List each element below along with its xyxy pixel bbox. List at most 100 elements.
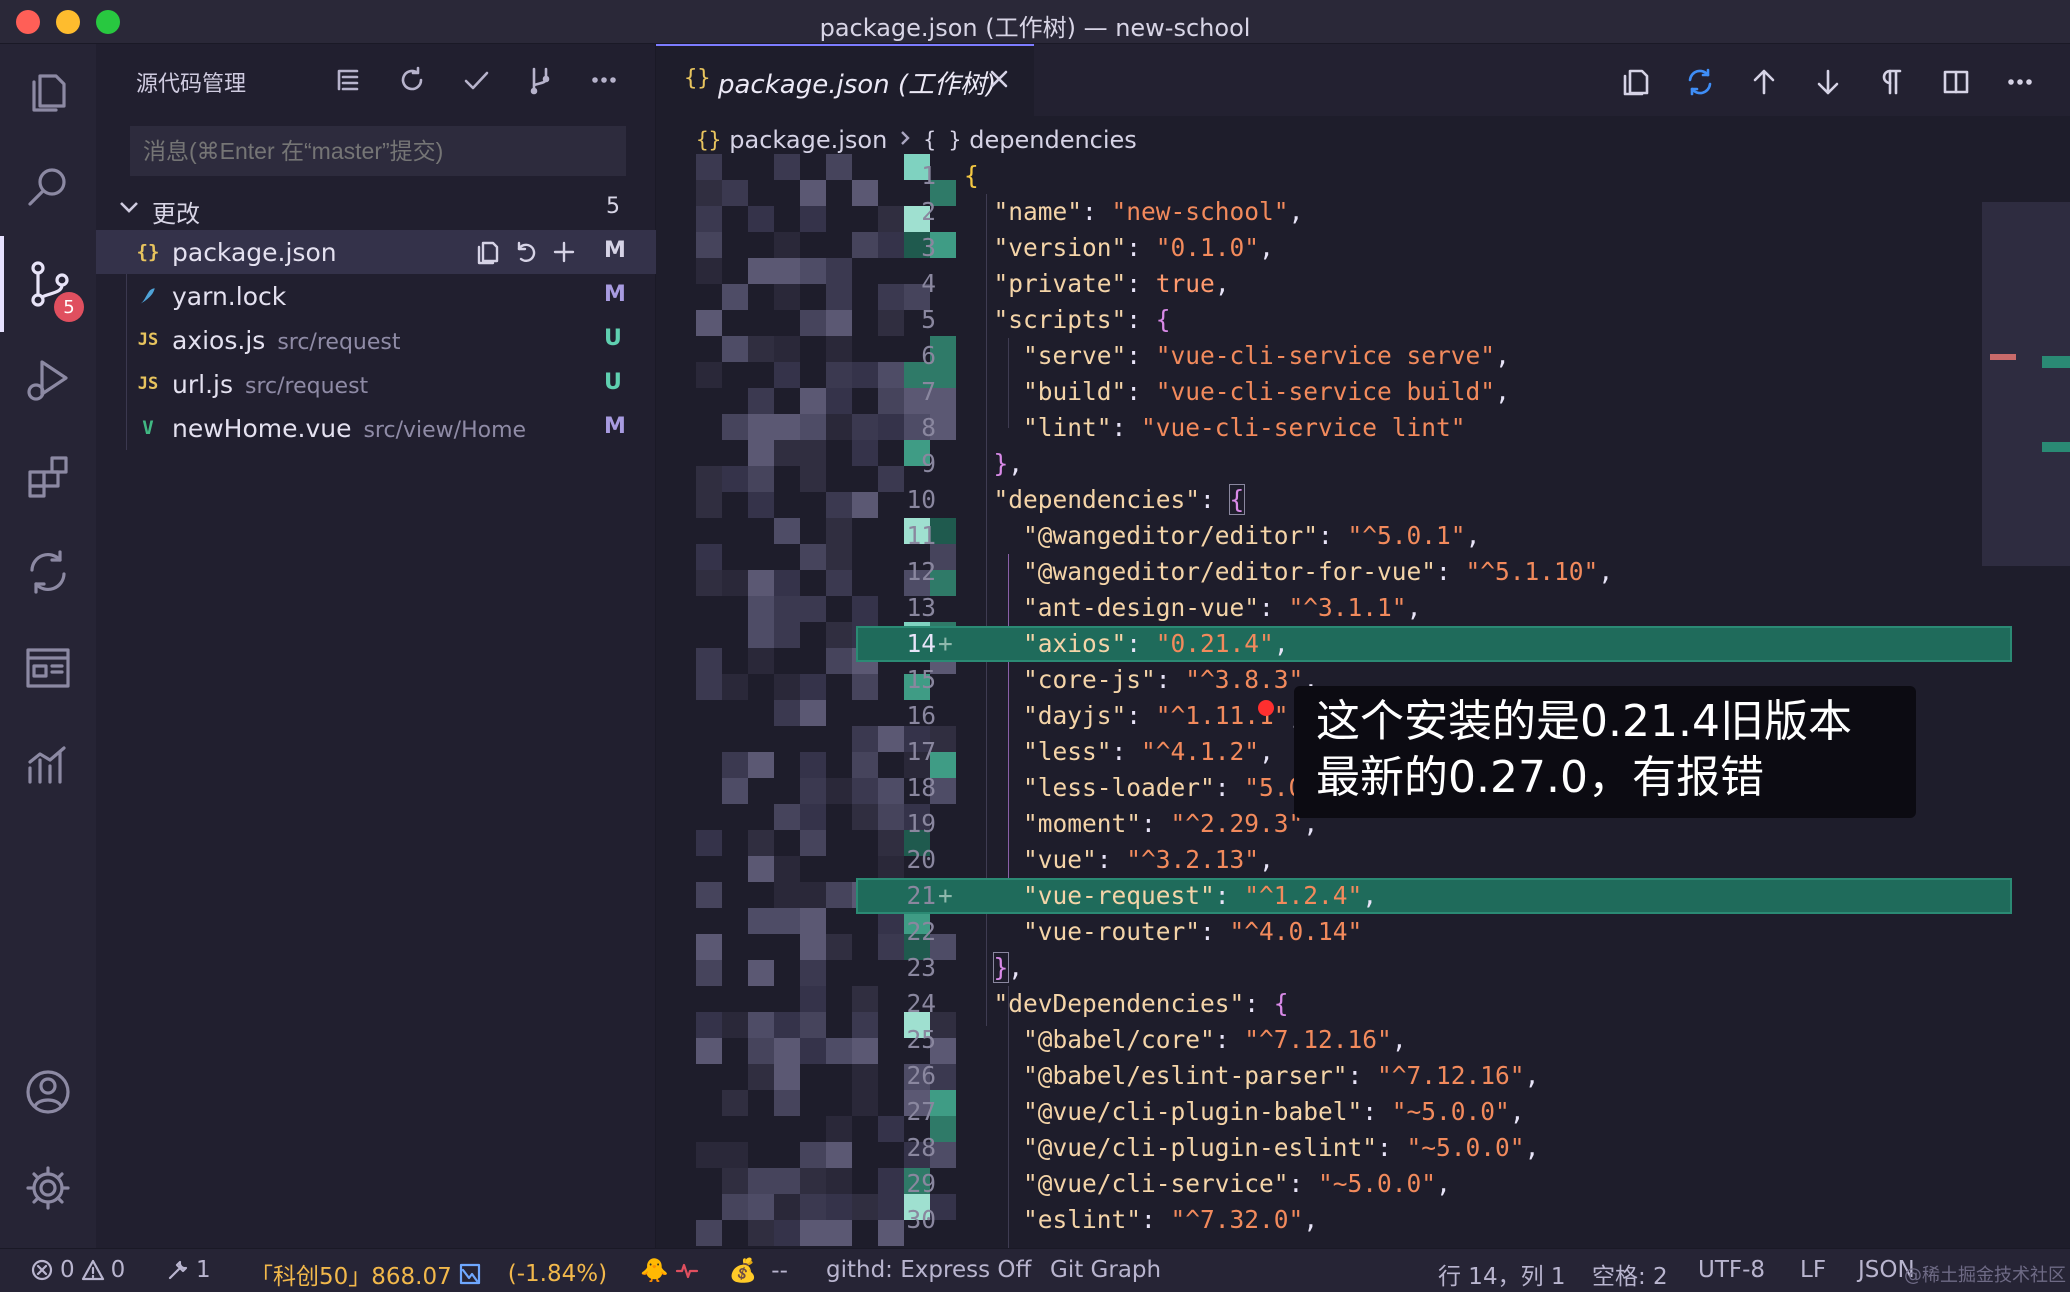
file-status-badge: M [604,414,626,439]
stock-chart-icon [459,1263,480,1285]
code-line: 28 "@vue/cli-plugin-eslint": "~5.0.0", [906,1133,1540,1162]
extensions-icon[interactable] [0,428,96,524]
changed-file-yarn-lock[interactable]: yarn.lock M [96,274,656,318]
stage-changes-plus-icon[interactable] [548,236,580,268]
tab-package-json[interactable]: {} package.json (工作树) [656,44,1034,116]
editor-area: {} package.json (工作树) {} package.json {… [656,44,2070,1256]
changes-count-badge: 5 [606,194,620,219]
indentation-spaces[interactable]: 空格: 2 [1592,1257,1668,1291]
code-line: 22 "vue-router": "^4.0.14" [906,917,1363,946]
minimap-slider[interactable] [1982,202,2070,566]
diff-toggle-icon[interactable] [1678,60,1722,104]
warning-icon [81,1259,104,1281]
search-icon[interactable] [0,140,96,236]
file-name: newHome.vue [172,414,352,443]
code-line: 9 }, [921,449,1024,478]
mouse-pointer-dot [1258,700,1274,716]
changed-file-package-json[interactable]: {} package.json M [96,230,656,274]
minimap[interactable] [1982,158,2070,1248]
code-line: 27 "@vue/cli-plugin-babel": "~5.0.0", [906,1097,1525,1126]
git-branch-graph-icon[interactable] [520,60,560,100]
file-encoding[interactable]: UTF-8 [1698,1257,1765,1283]
file-name: package.json [172,238,337,267]
file-status-badge: M [604,282,626,307]
json-file-icon: {} [136,241,160,263]
run-debug-icon[interactable] [0,332,96,428]
close-icon[interactable] [986,66,1016,96]
pulse-icon [675,1263,698,1278]
code-line: 8 "lint": "vue-cli-service lint" [921,413,1466,442]
code-line: 20 "vue": "^3.2.13", [906,845,1274,874]
diff-icon[interactable] [0,524,96,620]
js-file-icon: JS [137,330,159,350]
browser-preview-icon[interactable] [0,620,96,716]
tab-title: package.json (工作树) [718,70,997,100]
code-line: 23 }, [906,952,1024,983]
money-bag-icon: 💰 [728,1258,758,1284]
code-line: 6 "serve": "vue-cli-service serve", [921,341,1510,370]
file-name: url.js [172,370,233,399]
wrench-icon [168,1260,188,1280]
sidebar-header: 源代码管理 [96,44,656,116]
githd-status[interactable]: githd: Express Off [826,1257,1031,1283]
extension-status-icons[interactable]: 🐥 💰 -- [640,1257,788,1285]
code-line: 24 "devDependencies": { [906,989,1289,1018]
tools-indicator[interactable]: 1 [166,1257,211,1283]
window-title: package.json (工作树) — new-school [819,14,1251,42]
stock-ticker[interactable]: 「科创50」868.07 (-1.84%) [250,1257,607,1291]
more-actions-icon[interactable] [584,60,624,100]
changed-file-url-js[interactable]: JS url.js src/request U [96,362,656,406]
file-path: src/view/Home [363,418,527,443]
discard-changes-icon[interactable] [510,236,542,268]
end-of-line[interactable]: LF [1800,1257,1826,1283]
error-icon [31,1259,53,1281]
file-status-badge: M [604,238,626,263]
problems-indicator[interactable]: 0 0 [30,1257,125,1283]
chevron-down-icon [116,194,146,224]
chevron-right-icon [895,126,915,154]
file-name-with-path: url.js src/request [172,370,368,399]
changed-file-newhome-vue[interactable]: V newHome.vue src/view/Home M [96,406,656,450]
watermark: @稀土掘金技术社区 [1904,1265,2066,1286]
account-icon[interactable] [0,1044,96,1140]
previous-change-arrow-up-icon[interactable] [1742,60,1786,104]
json-file-icon: {} [696,128,722,152]
source-control-icon[interactable]: 5 [0,236,96,332]
file-name: yarn.lock [172,282,287,311]
code-line: 10 "dependencies": { [906,484,1246,515]
vue-file-icon: V [142,417,154,439]
more-actions-icon[interactable] [1998,60,2042,104]
minimap-marker [2042,356,2070,368]
breadcrumb-symbol[interactable]: dependencies [969,126,1137,154]
explorer-icon[interactable] [0,44,96,140]
split-editor-icon[interactable] [1934,60,1978,104]
file-name-with-path: newHome.vue src/view/Home [172,414,526,443]
next-change-arrow-down-icon[interactable] [1806,60,1850,104]
open-file-icon[interactable] [472,236,504,268]
cursor-position[interactable]: 行 14，列 1 [1438,1257,1566,1291]
code-line-added: 14 + "axios": "0.21.4", [656,626,2012,662]
video-caption-overlay: 这个安装的是0.21.4旧版本 最新的0.27.0，有报错 [1294,686,1916,818]
changed-file-axios-js[interactable]: JS axios.js src/request U [96,318,656,362]
source-control-sidebar: 源代码管理 更改 5 {} package.json [96,44,656,1248]
show-whitespace-pilcrow-icon[interactable] [1870,60,1914,104]
view-as-tree-icon[interactable] [328,60,368,100]
code-line: 4 "private": true, [921,269,1230,298]
commit-message-input[interactable] [130,126,626,176]
activity-bar: 5 [0,44,96,1248]
code-line: 2 "name": "new-school", [921,197,1304,226]
code-line-added: 21 + "vue-request": "^1.2.4", [656,878,2012,914]
commit-check-icon[interactable] [456,60,496,100]
analytics-icon[interactable] [0,716,96,812]
settings-gear-icon[interactable] [0,1140,96,1236]
git-graph-button[interactable]: Git Graph [1050,1257,1161,1283]
breadcrumb-file[interactable]: package.json [729,126,887,154]
code-line: 26 "@babel/eslint-parser": "^7.12.16", [906,1061,1540,1090]
file-row-actions [472,236,592,268]
open-file-icon[interactable] [1614,60,1658,104]
status-bar: 0 0 1 「科创50」868.07 (-1.84%) 🐥 💰 -- githd… [0,1248,2070,1292]
refresh-icon[interactable] [392,60,432,100]
minimap-marker [2042,442,2070,452]
changes-section-header[interactable]: 更改 5 [116,190,656,230]
code-line: 5 "scripts": { [921,305,1171,334]
